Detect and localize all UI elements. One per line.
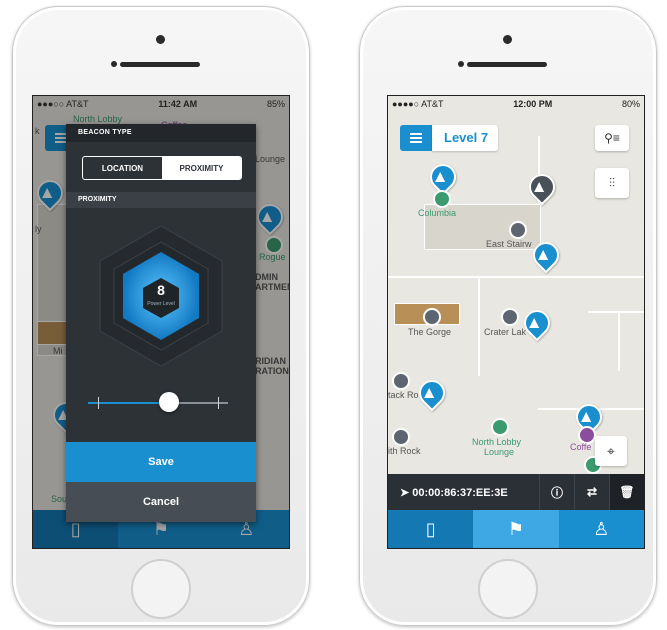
sensor-dot	[458, 61, 464, 67]
front-camera	[503, 35, 512, 44]
level-selector[interactable]: Level 7	[432, 125, 498, 151]
info-button[interactable]: ⓘ	[539, 474, 574, 510]
earpiece-speaker	[120, 62, 200, 67]
right-screen: Columbia East Stairw The Gorge Crater La…	[387, 95, 645, 549]
north-lobby-poi-icon[interactable]	[491, 418, 509, 436]
sensor-dot	[111, 61, 117, 67]
map-icon: ▯	[425, 518, 436, 539]
flag-icon: ⚑	[507, 518, 525, 539]
slider-tick	[218, 397, 219, 409]
sliders-icon: ⫶⫶	[608, 175, 615, 190]
time-label: 12:00 PM	[513, 99, 553, 109]
tab-user[interactable]: ♙	[559, 510, 644, 548]
carrier-label: ●●●○○ AT&T	[37, 99, 89, 109]
map-wall	[388, 276, 644, 278]
slider-fill	[88, 402, 170, 404]
beacon-type-modal: BEACON TYPE LOCATION PROXIMITY PROXIMITY	[66, 124, 256, 522]
map-label-lounge: Lounge	[484, 447, 515, 457]
user-icon: ♙	[593, 518, 610, 539]
map-label-the-gorge: The Gorge	[408, 327, 452, 337]
crater-lake-poi-icon[interactable]	[501, 308, 519, 326]
power-level-value: 8	[157, 282, 165, 298]
left-screen: North Lobby Coffee k Lounge ly Rogue DMI…	[32, 95, 290, 549]
crosshair-icon: ⌖	[607, 442, 615, 459]
swap-button[interactable]: ⇄	[574, 474, 609, 510]
menu-button[interactable]	[400, 125, 432, 151]
battery-label: 80%	[621, 99, 640, 109]
smith-rock-poi-icon[interactable]	[392, 428, 410, 446]
status-bar: ●●●○○ AT&T 11:42 AM 85%	[33, 96, 289, 112]
home-button[interactable]	[131, 559, 191, 619]
east-stairs-poi-icon[interactable]	[509, 221, 527, 239]
beacon-pin[interactable]	[413, 374, 451, 412]
stack-rock-poi-icon[interactable]	[392, 372, 410, 390]
map-label-crater-lake: Crater Lak	[484, 327, 527, 337]
beacon-id-row: ➤ 00:00:86:37:EE:3E	[388, 486, 539, 499]
modal-title: BEACON TYPE	[66, 124, 256, 142]
map-label-coffee: Coffe	[570, 442, 592, 452]
home-button[interactable]	[478, 559, 538, 619]
map-wall	[588, 311, 644, 313]
carrier-label: ●●●●○ AT&T	[392, 99, 444, 109]
beacon-type-segmented-control: LOCATION PROXIMITY	[82, 156, 242, 180]
beacon-pin[interactable]	[523, 168, 561, 206]
delete-button[interactable]: 🗑	[609, 474, 644, 510]
power-level-slider[interactable]	[88, 392, 228, 412]
columbia-poi-icon[interactable]	[433, 190, 451, 208]
map-label-north-lobby: North Lobby	[472, 437, 522, 447]
front-camera	[156, 35, 165, 44]
beacon-id-label: 00:00:86:37:EE:3E	[412, 486, 508, 499]
beacon-info-bar: ➤ 00:00:86:37:EE:3E ⓘ ⇄ 🗑	[388, 474, 644, 510]
slider-tick	[98, 397, 99, 409]
places-list-button[interactable]: ⚲≡	[595, 125, 629, 151]
map-wall	[618, 311, 620, 371]
map-label-smith-rock: ith Rock	[388, 446, 421, 456]
cancel-button[interactable]: Cancel	[66, 482, 256, 522]
earpiece-speaker	[467, 62, 547, 67]
map-label-east-stairs: East Stairw	[486, 239, 532, 249]
power-level-label: Power Level	[147, 301, 175, 307]
info-icon: ⓘ	[550, 485, 563, 500]
tab-bar: ▯ ⚑ ♙	[388, 510, 644, 548]
right-phone: Columbia East Stairw The Gorge Crater La…	[359, 6, 657, 626]
trash-icon: 🗑	[619, 485, 635, 499]
map-wall	[478, 276, 480, 376]
locate-me-button[interactable]: ⌖	[595, 436, 627, 466]
left-phone: North Lobby Coffee k Lounge ly Rogue DMI…	[12, 6, 310, 626]
tab-map[interactable]: ▯	[388, 510, 474, 548]
the-gorge-poi-icon[interactable]	[423, 308, 441, 326]
repeat-icon: ⇄	[586, 485, 598, 499]
pin-list-icon: ⚲≡	[604, 131, 620, 145]
battery-label: 85%	[266, 99, 285, 109]
map-label-columbia: Columbia	[418, 208, 457, 218]
time-label: 11:42 AM	[158, 99, 198, 109]
segment-location[interactable]: LOCATION	[83, 157, 162, 179]
save-button[interactable]: Save	[66, 442, 256, 482]
arrow-icon: ➤	[400, 486, 413, 499]
segment-proximity[interactable]: PROXIMITY	[162, 157, 241, 179]
map-label-stack-rock: tack Ro	[388, 390, 419, 400]
slider-knob[interactable]	[159, 392, 180, 412]
filter-button[interactable]: ⫶⫶	[595, 168, 629, 198]
status-bar: ●●●●○ AT&T 12:00 PM 80%	[388, 96, 644, 112]
proximity-section-label: PROXIMITY	[66, 192, 256, 208]
tab-flag[interactable]: ⚑	[473, 510, 559, 548]
power-level-hexagon: 8 Power Level	[89, 224, 233, 368]
